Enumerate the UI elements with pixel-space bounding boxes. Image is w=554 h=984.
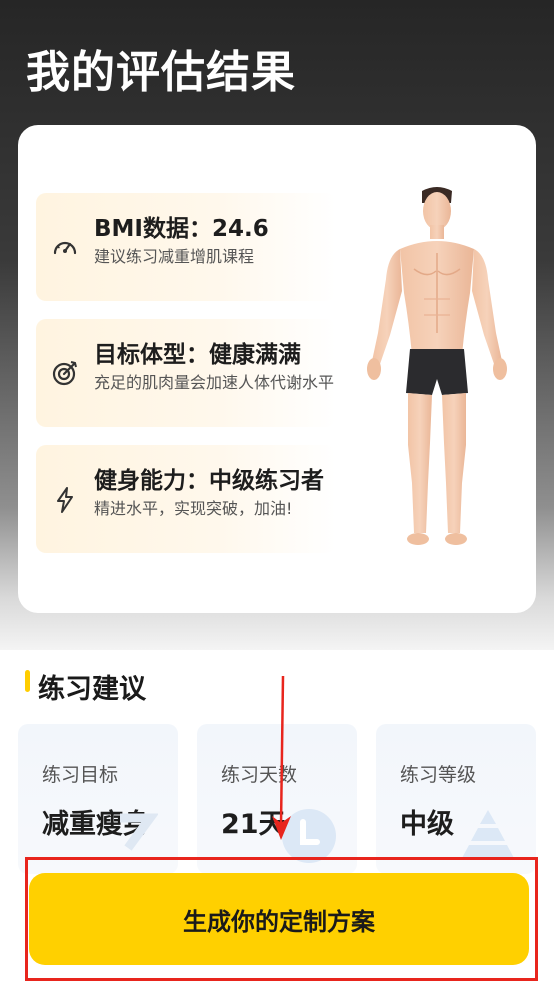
- section-title-advice: 练习建议: [38, 674, 146, 705]
- advice-card-level[interactable]: 练习等级 中级: [376, 724, 536, 874]
- metric-fitness-level: 健身能力：中级练习者 精进水平，实现突破，加油!: [36, 445, 336, 553]
- advice-card-goal[interactable]: 练习目标 减重瘦身: [18, 724, 178, 874]
- metric-title: 目标体型：健康满满: [94, 342, 301, 368]
- advice-card-value: 中级: [400, 809, 454, 840]
- advice-card-label: 练习目标: [42, 764, 119, 786]
- section-accent-bar: [25, 670, 30, 692]
- gauge-icon: [50, 232, 80, 262]
- metric-description: 精进水平，实现突破，加油!: [94, 499, 293, 518]
- metric-title: BMI数据：24.6: [94, 216, 269, 242]
- generate-plan-button[interactable]: 生成你的定制方案: [29, 873, 529, 965]
- target-icon: [50, 358, 80, 388]
- lightning-icon: [50, 485, 80, 515]
- annotation-arrow-icon: [270, 675, 294, 846]
- body-illustration: [352, 183, 522, 557]
- metric-bmi: BMI数据：24.6 建议练习减重增肌课程: [36, 193, 336, 301]
- assessment-result-card: BMI数据：24.6 建议练习减重增肌课程 目标体型：健康满满 充足的肌肉量会加…: [18, 125, 536, 613]
- advice-card-label: 练习等级: [400, 764, 477, 786]
- metric-description: 建议练习减重增肌课程: [94, 247, 255, 266]
- metric-title: 健身能力：中级练习者: [94, 468, 324, 494]
- metric-body-type: 目标体型：健康满满 充足的肌肉量会加速人体代谢水平: [36, 319, 336, 427]
- goal-deco-icon: [114, 808, 159, 856]
- metric-description: 充足的肌肉量会加速人体代谢水平: [94, 373, 335, 392]
- page-title: 我的评估结果: [26, 47, 296, 98]
